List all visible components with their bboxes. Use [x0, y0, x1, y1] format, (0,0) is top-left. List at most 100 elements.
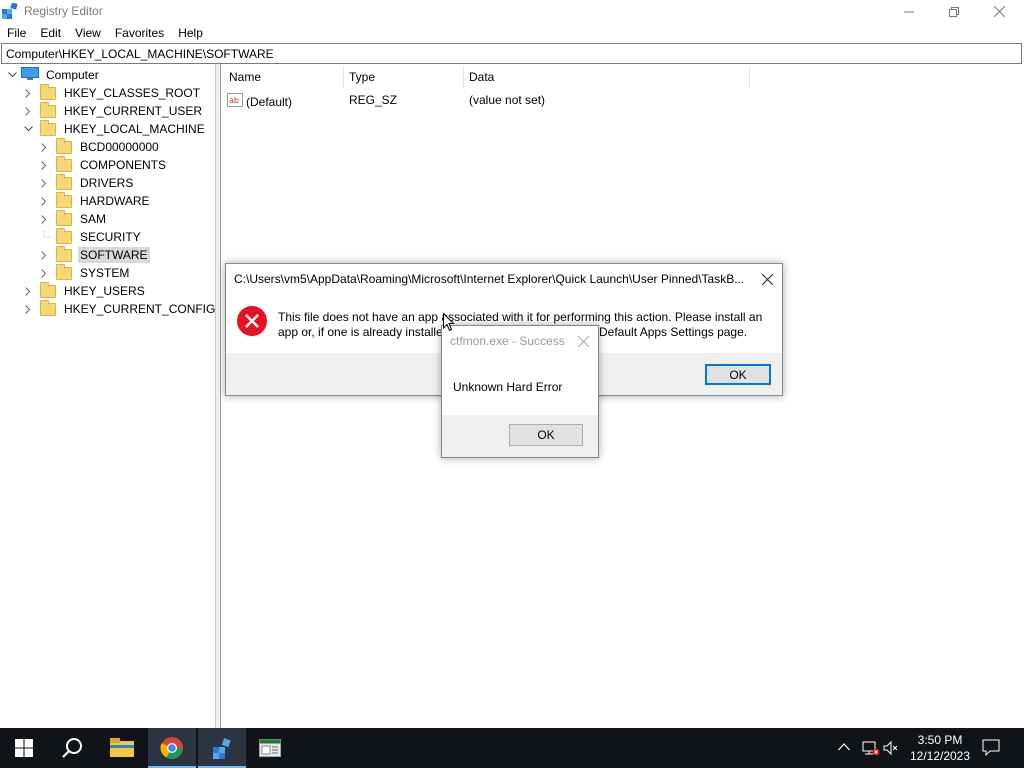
- tree-label: HKEY_USERS: [64, 284, 145, 298]
- tree-item-computer[interactable]: Computer: [6, 66, 101, 84]
- folder-icon: [56, 137, 72, 154]
- error-message-line2-start: app or, if one is already installe: [278, 325, 443, 339]
- ok-button[interactable]: OK: [509, 424, 583, 446]
- error-message-line2-end: Default Apps Settings page.: [599, 325, 748, 339]
- tree-label: COMPONENTS: [80, 158, 167, 172]
- menu-favorites[interactable]: Favorites: [108, 23, 171, 43]
- table-row[interactable]: ab (Default): [227, 93, 292, 110]
- tree-item-hardware[interactable]: HARDWARE: [38, 191, 152, 210]
- restore-button[interactable]: [931, 0, 977, 23]
- folder-icon: [40, 299, 56, 316]
- chevron-down-icon[interactable]: [6, 69, 18, 81]
- tree-item-sam[interactable]: SAM: [38, 209, 108, 228]
- chevron-right-icon[interactable]: [22, 87, 34, 99]
- hard-error-dialog-title: ctfmon.exe - Success: [450, 334, 565, 348]
- taskbar-clock[interactable]: 3:50 PM 12/12/2023: [902, 732, 978, 764]
- tree-item-software[interactable]: SOFTWARE: [38, 245, 150, 264]
- folder-icon: [40, 281, 56, 298]
- menu-edit[interactable]: Edit: [33, 23, 68, 43]
- mouse-cursor-icon: [443, 312, 455, 335]
- ok-button[interactable]: OK: [705, 364, 771, 385]
- tree-item-bcd[interactable]: BCD00000000: [38, 137, 161, 156]
- chevron-down-icon[interactable]: [22, 123, 34, 135]
- network-disconnected-icon[interactable]: [862, 740, 880, 759]
- folder-icon: [40, 83, 56, 100]
- tree-item-drivers[interactable]: DRIVERS: [38, 173, 135, 192]
- registry-tree[interactable]: Computer HKEY_CLASSES_ROOT HKEY_CURRENT_…: [0, 64, 216, 728]
- registry-editor-app-icon: [2, 2, 18, 20]
- error-dialog-title: C:\Users\vm5\AppData\Roaming\Microsoft\I…: [234, 272, 745, 286]
- tree-item-hkey-current-config[interactable]: HKEY_CURRENT_CONFIG: [22, 299, 217, 318]
- column-divider[interactable]: [749, 66, 750, 88]
- title-bar[interactable]: Registry Editor: [0, 0, 1024, 23]
- hard-error-dialog[interactable]: ctfmon.exe - Success Unknown Hard Error …: [441, 325, 599, 458]
- taskbar-file-explorer[interactable]: [98, 728, 146, 768]
- tree-label: HARDWARE: [80, 194, 150, 208]
- search-button[interactable]: [48, 728, 96, 768]
- chevron-right-icon[interactable]: [38, 267, 50, 279]
- taskbar: 3:50 PM 12/12/2023: [0, 728, 1024, 768]
- values-list[interactable]: Name Type Data ab (Default) REG_SZ (valu…: [220, 64, 1024, 728]
- tree-item-components[interactable]: COMPONENTS: [38, 155, 168, 174]
- tree-label: SECURITY: [80, 230, 141, 244]
- tree-label: SAM: [80, 212, 107, 226]
- tree-label: BCD00000000: [80, 140, 159, 154]
- chevron-right-icon[interactable]: [38, 195, 50, 207]
- chevron-right-icon[interactable]: [22, 105, 34, 117]
- menu-help[interactable]: Help: [171, 23, 210, 43]
- folder-icon: [56, 209, 72, 226]
- close-icon[interactable]: [756, 269, 778, 289]
- folder-icon: [56, 227, 72, 244]
- tray-overflow-chevron-icon[interactable]: [838, 740, 850, 754]
- chevron-right-icon[interactable]: [22, 285, 34, 297]
- value-data: (value not set): [469, 93, 546, 107]
- value-type: REG_SZ: [349, 93, 398, 107]
- taskbar-chrome[interactable]: [148, 728, 196, 768]
- value-name: (Default): [246, 94, 293, 109]
- menu-file[interactable]: File: [0, 23, 33, 43]
- address-bar[interactable]: Computer\HKEY_LOCAL_MACHINE\SOFTWARE: [1, 43, 1022, 64]
- column-header-data[interactable]: Data: [463, 70, 749, 86]
- column-header-type[interactable]: Type: [343, 70, 463, 86]
- file-explorer-icon: [110, 738, 134, 757]
- volume-muted-icon[interactable]: [883, 740, 899, 759]
- taskbar-registry-editor[interactable]: [198, 728, 246, 768]
- folder-icon: [56, 155, 72, 172]
- chevron-right-icon[interactable]: [38, 177, 50, 189]
- chevron-right-icon[interactable]: [38, 159, 50, 171]
- taskbar-app[interactable]: [246, 728, 294, 768]
- search-icon: [62, 738, 82, 758]
- tree-item-hkey-local-machine[interactable]: HKEY_LOCAL_MACHINE: [22, 119, 207, 138]
- window-app-icon: [259, 739, 281, 757]
- tree-item-system[interactable]: SYSTEM: [38, 263, 131, 282]
- minimize-button[interactable]: [886, 0, 932, 23]
- notification-icon[interactable]: [982, 739, 1000, 759]
- column-header-name[interactable]: Name: [223, 70, 343, 86]
- computer-icon: [21, 66, 39, 84]
- close-icon[interactable]: [572, 331, 594, 351]
- menu-view[interactable]: View: [68, 23, 108, 43]
- tree-item-hkey-users[interactable]: HKEY_USERS: [22, 281, 147, 300]
- chevron-right-icon[interactable]: [38, 249, 50, 261]
- tree-label: DRIVERS: [80, 176, 134, 190]
- tree-label: HKEY_LOCAL_MACHINE: [64, 122, 205, 136]
- start-button[interactable]: [0, 728, 48, 768]
- tree-item-hkey-classes-root[interactable]: HKEY_CLASSES_ROOT: [22, 83, 202, 102]
- tree-label: HKEY_CURRENT_USER: [64, 104, 203, 118]
- chevron-right-icon[interactable]: [38, 141, 50, 153]
- tree-label: SYSTEM: [80, 266, 130, 280]
- folder-icon: [40, 119, 56, 136]
- tree-connector: [38, 231, 50, 243]
- chevron-right-icon[interactable]: [38, 213, 50, 225]
- chevron-right-icon[interactable]: [22, 303, 34, 315]
- registry-editor-icon: [213, 738, 231, 759]
- chrome-icon: [160, 737, 183, 759]
- folder-icon: [56, 263, 72, 280]
- hard-error-message: Unknown Hard Error: [453, 380, 563, 394]
- close-button[interactable]: [976, 0, 1022, 23]
- window-title: Registry Editor: [24, 4, 103, 18]
- tree-label-selected: SOFTWARE: [78, 247, 150, 263]
- tree-item-hkey-current-user[interactable]: HKEY_CURRENT_USER: [22, 101, 204, 120]
- tree-item-security[interactable]: SECURITY: [38, 227, 143, 246]
- clock-time: 3:50 PM: [917, 733, 963, 747]
